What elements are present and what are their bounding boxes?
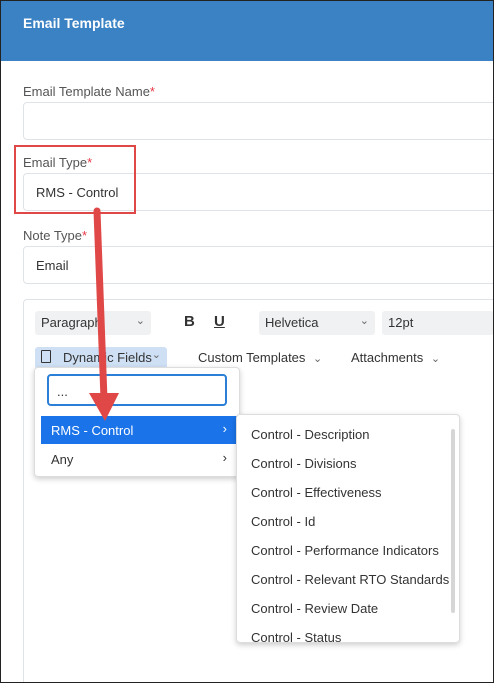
annotation-arrow	[89, 207, 119, 421]
app-frame: Email Template Email Template Name* Emai…	[0, 0, 494, 683]
